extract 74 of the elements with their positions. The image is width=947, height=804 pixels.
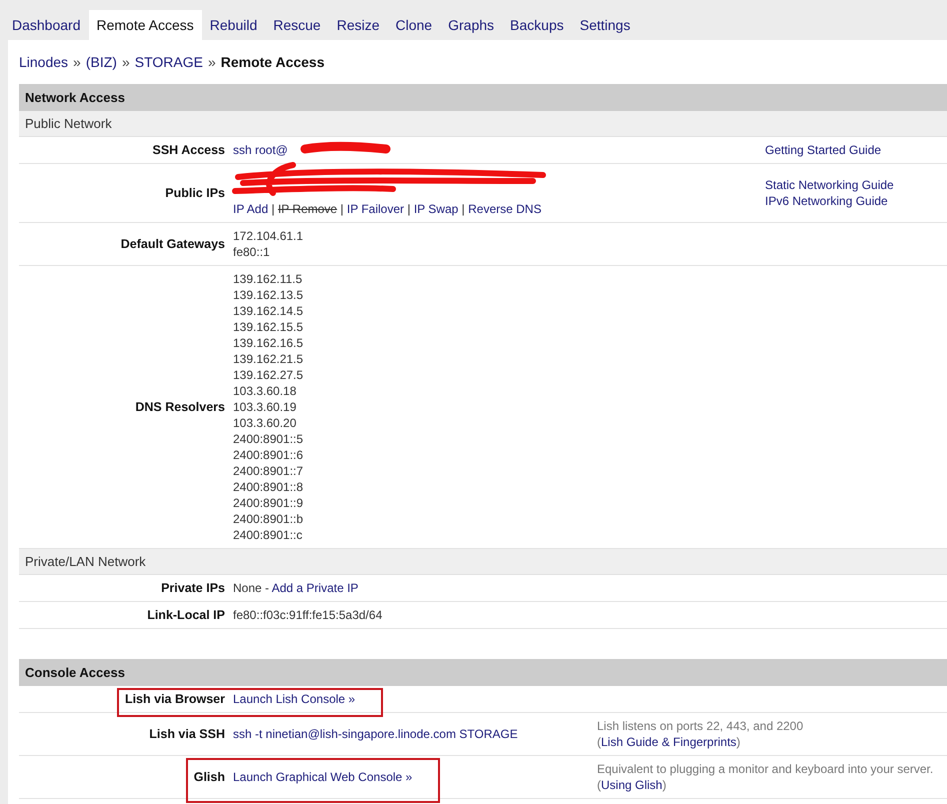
group-header: Private/LAN Network: [19, 549, 947, 575]
link[interactable]: IP Add: [233, 202, 268, 216]
field-label: Lish via SSH: [149, 727, 225, 741]
link[interactable]: ssh -t ninetian@lish-singapore.linode.com STORAGE: [233, 726, 518, 742]
field-label: Public IPs: [165, 186, 225, 200]
value-text: 103.3.60.20: [233, 415, 296, 431]
note-text: Lish listens on ports 22, 443, and 2200: [597, 718, 804, 734]
note-text: Equivalent to plugging a monitor and keyboard into your server.: [597, 761, 934, 777]
tab[interactable]: Dashboard: [4, 10, 88, 40]
value-text: 139.162.27.5: [233, 367, 304, 383]
section-header: Console Access: [19, 659, 947, 686]
value-text: 172.104.61.1: [233, 228, 304, 244]
value-text: 139.162.15.5: [233, 319, 304, 335]
link[interactable]: Using Glish: [601, 778, 662, 792]
breadcrumb-separator: »: [208, 54, 216, 70]
tab[interactable]: Resize: [328, 10, 388, 40]
value-text: 2400:8901::6: [233, 447, 304, 463]
breadcrumb-link[interactable]: STORAGE: [134, 54, 203, 70]
tab[interactable]: Clone: [388, 10, 440, 40]
field-label: SSH Access: [152, 143, 225, 157]
value-text: 2400:8901::c: [233, 527, 302, 543]
tab[interactable]: Backups: [502, 10, 572, 40]
value-text: 2400:8901::5: [233, 431, 304, 447]
value-text: fe80::f03c:91ff:fe15:5a3d/64: [233, 607, 382, 623]
separator-text: ): [736, 735, 740, 749]
separator-text: |: [270, 202, 276, 216]
separator-text: |: [339, 202, 345, 216]
value-text: 139.162.13.5: [233, 287, 304, 303]
link[interactable]: Add a Private IP: [272, 581, 358, 595]
link[interactable]: Lish Guide & Fingerprints: [601, 735, 736, 749]
link[interactable]: Static Networking Guide: [765, 177, 947, 193]
breadcrumb-link[interactable]: (BIZ): [86, 54, 117, 70]
value-text: 139.162.21.5: [233, 351, 304, 367]
field-label: Link-Local IP: [147, 608, 225, 622]
link[interactable]: IP Failover: [346, 202, 404, 216]
breadcrumb-separator: »: [122, 54, 130, 70]
field-label: Private IPs: [161, 581, 225, 595]
separator-text: |: [460, 202, 466, 216]
link[interactable]: Launch Graphical Web Console »: [233, 769, 412, 785]
tab[interactable]: Settings: [572, 10, 638, 40]
link[interactable]: IPv6 Networking Guide: [765, 193, 947, 209]
separator-text: (: [597, 735, 601, 749]
separator-text: None -: [233, 581, 270, 595]
value-text: 139.162.11.5: [233, 271, 302, 287]
separator-text: ): [662, 778, 666, 792]
separator-text: (: [597, 778, 601, 792]
link[interactable]: Reverse DNS: [468, 202, 542, 216]
value-text: 139.162.14.5: [233, 303, 304, 319]
value-text: 2400:8901::7: [233, 463, 304, 479]
separator-text: |: [406, 202, 412, 216]
section-header: Network Access: [19, 84, 947, 111]
value-text: fe80::1: [233, 244, 270, 260]
field-label: DNS Resolvers: [135, 400, 225, 414]
link[interactable]: ssh root@: [233, 142, 288, 158]
tab[interactable]: Rebuild: [202, 10, 266, 40]
tab[interactable]: Graphs: [440, 10, 502, 40]
tab[interactable]: Rescue: [265, 10, 329, 40]
field-label: Lish via Browser: [124, 692, 225, 706]
value-text: 103.3.60.19: [233, 399, 296, 415]
field-label: Glish: [194, 770, 225, 784]
value-text: 2400:8901::9: [233, 495, 304, 511]
group-header: Public Network: [19, 111, 947, 137]
link[interactable]: Launch Lish Console »: [233, 691, 356, 707]
field-label: Default Gateways: [120, 237, 225, 251]
value-text: 103.3.60.18: [233, 383, 296, 399]
breadcrumb-current: Remote Access: [220, 54, 325, 70]
value-text: 2400:8901::8: [233, 479, 304, 495]
link[interactable]: IP Swap: [414, 202, 458, 216]
breadcrumb-link[interactable]: Linodes: [19, 54, 68, 70]
value-text: 2400:8901::b: [233, 511, 304, 527]
value-text: 139.162.16.5: [233, 335, 304, 351]
breadcrumb-separator: »: [73, 54, 81, 70]
link[interactable]: Getting Started Guide: [765, 142, 947, 158]
tab[interactable]: Remote Access: [88, 10, 202, 40]
